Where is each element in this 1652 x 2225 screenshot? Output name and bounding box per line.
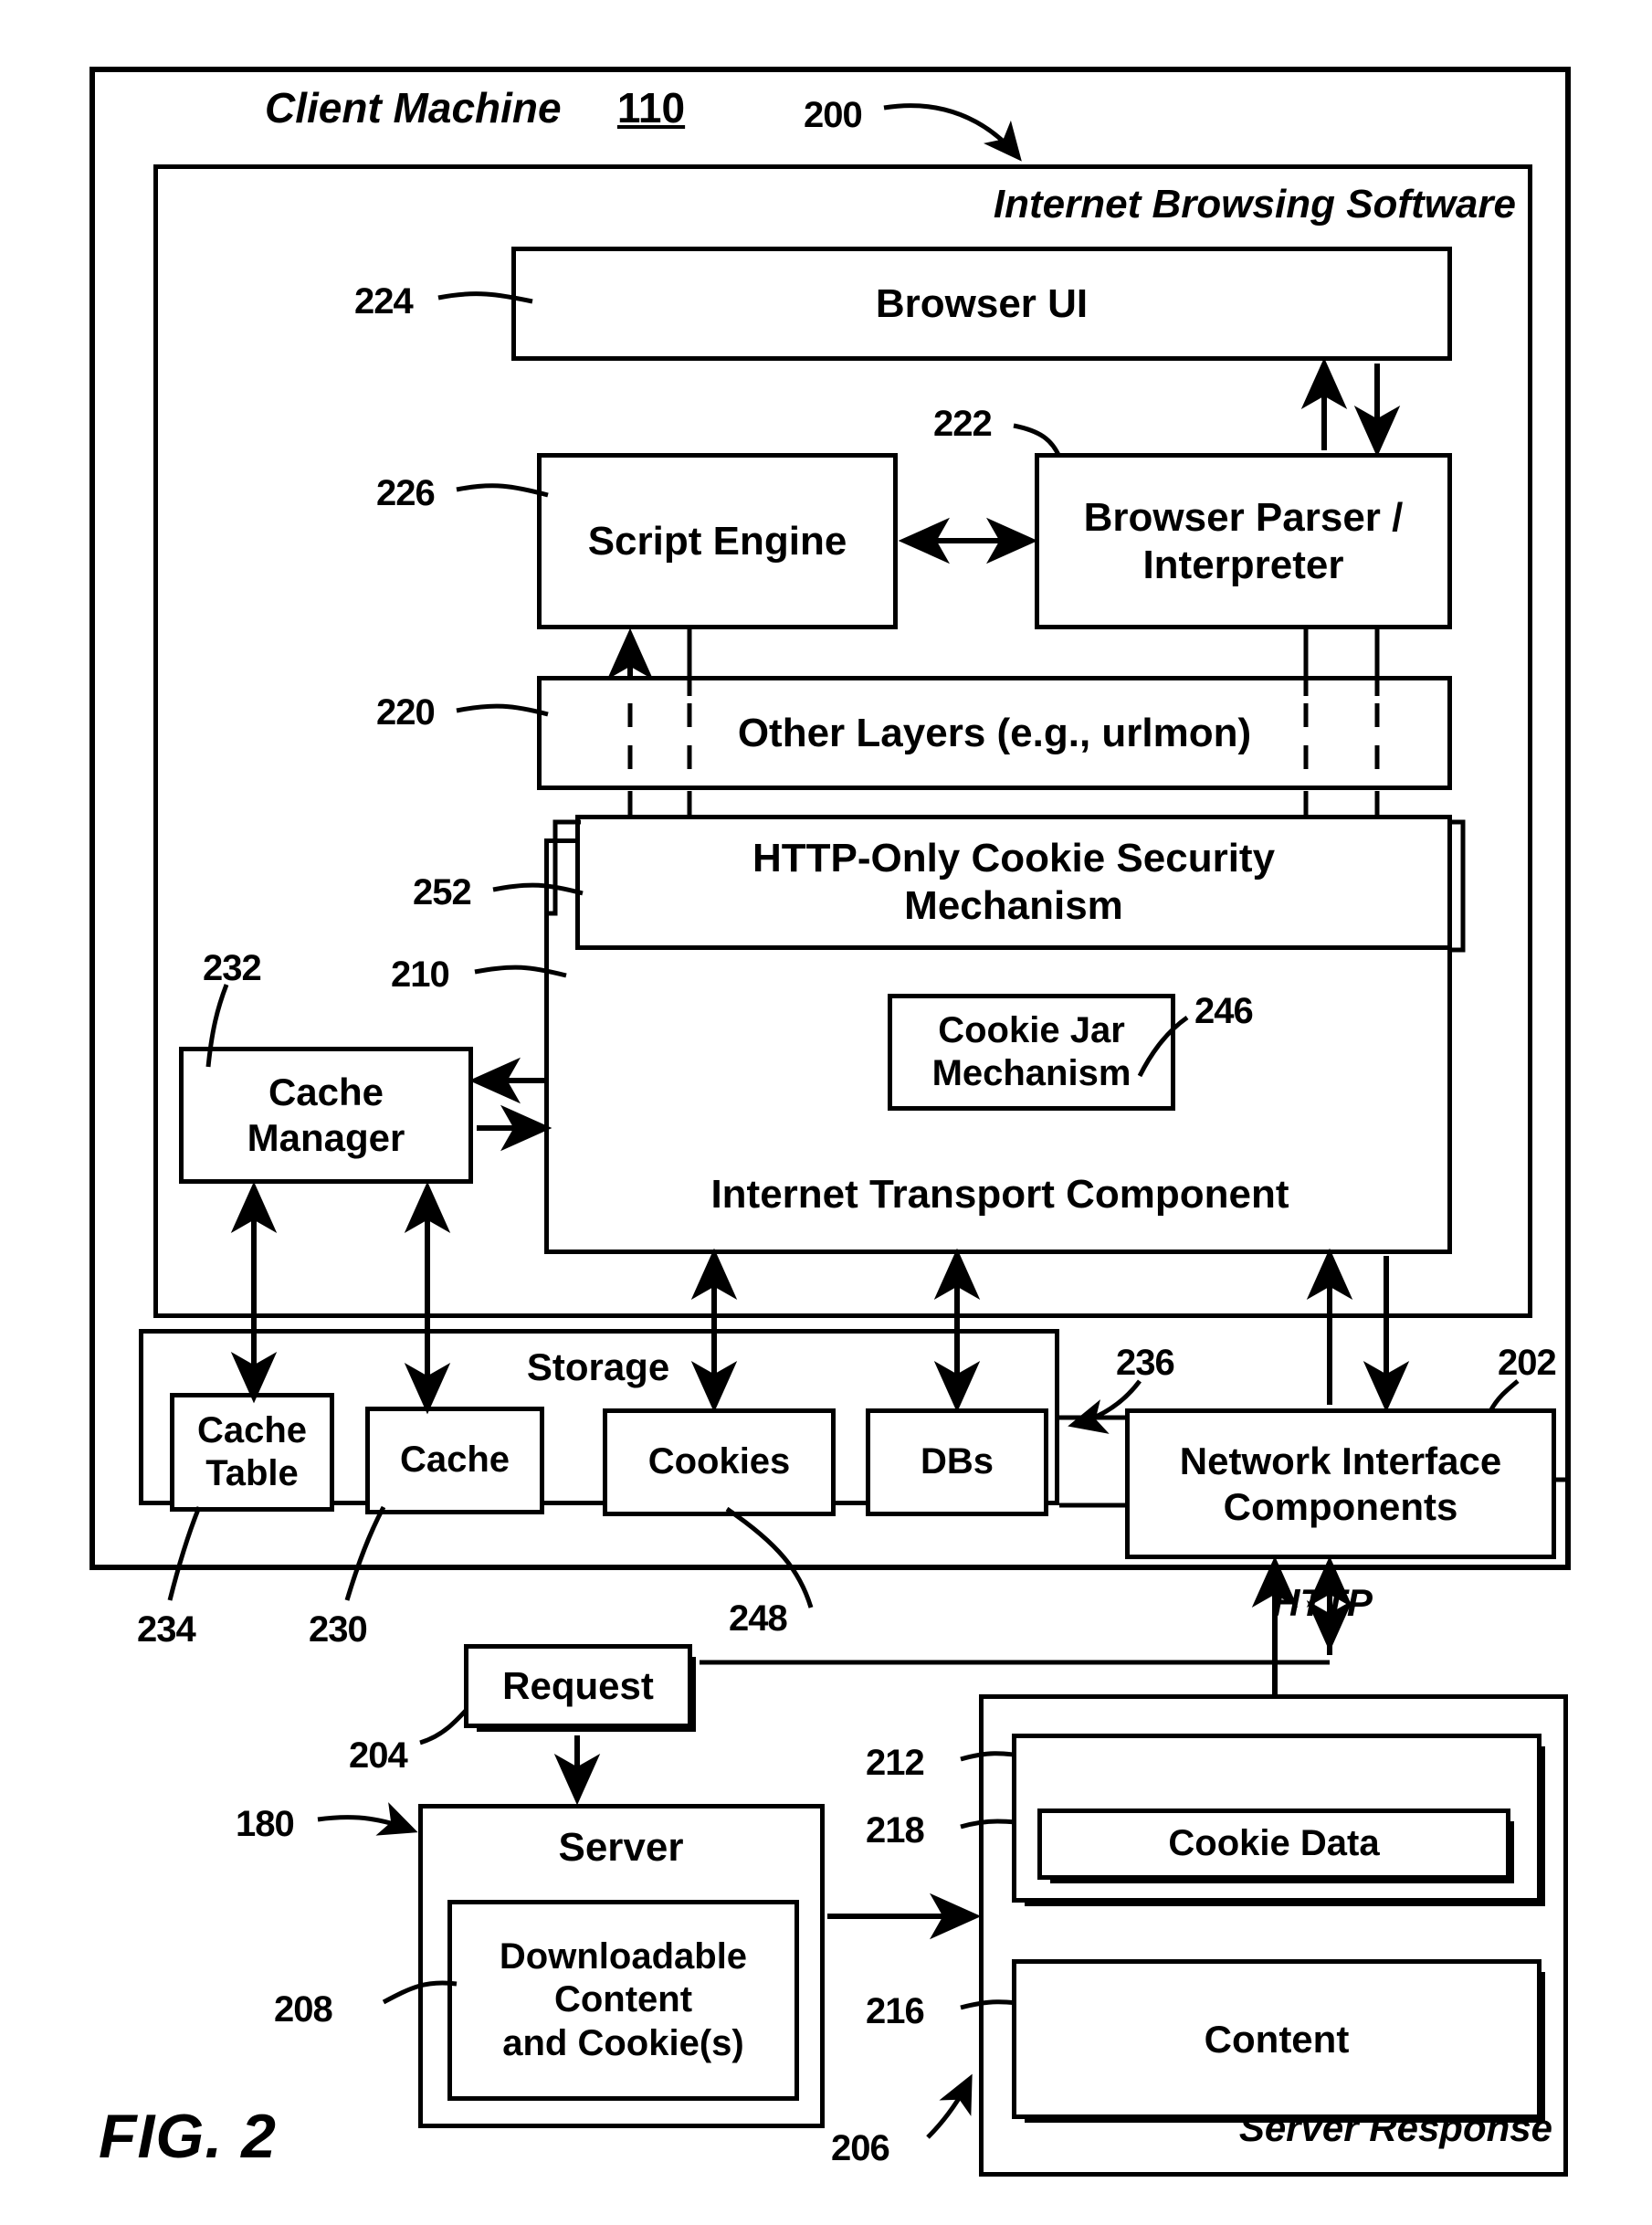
cookie-jar-label-line1: Cookie Jar [938, 1009, 1125, 1050]
ref-210: 210 [391, 954, 450, 995]
downloadable-label-line1: Downloadable [499, 1936, 748, 1977]
cache-table-label-line2: Table [205, 1453, 299, 1493]
cookie-data-box: Cookie Data [1037, 1808, 1514, 1883]
cache-manager-box: Cache Manager [179, 1047, 473, 1184]
ref-224: 224 [354, 281, 414, 322]
content-box: Content [1012, 1959, 1545, 2123]
ref-216: 216 [866, 1991, 925, 2031]
ref-202: 202 [1498, 1343, 1557, 1383]
script-engine-box: Script Engine [537, 453, 898, 629]
browser-parser-label-line1: Browser Parser / [1083, 494, 1404, 540]
downloadable-label-line3: and Cookie(s) [502, 2022, 744, 2063]
ref-180: 180 [236, 1804, 295, 1844]
network-interface-label-line2: Components [1223, 1484, 1458, 1528]
ref-236: 236 [1116, 1343, 1175, 1383]
ref-218: 218 [866, 1810, 925, 1851]
browser-ui-box: Browser UI [511, 247, 1452, 361]
ref-246: 246 [1194, 991, 1254, 1031]
cache-table-label-line1: Cache [196, 1409, 308, 1450]
other-layers-label: Other Layers (e.g., urlmon) [737, 710, 1252, 755]
cache-manager-label-line2: Manager [247, 1116, 405, 1159]
storage-title: Storage [526, 1345, 670, 1388]
http-label: HTTP [1272, 1581, 1373, 1624]
ref-232: 232 [203, 948, 262, 988]
downloadable-content-box: Downloadable Content and Cookie(s) [447, 1900, 799, 2101]
patent-figure-page: Client Machine 110 Internet Browsing Sof… [0, 0, 1652, 2225]
cookies-label: Cookies [647, 1441, 791, 1482]
ref-206: 206 [831, 2128, 890, 2168]
ref-226: 226 [376, 473, 436, 513]
other-layers-box: Other Layers (e.g., urlmon) [537, 676, 1452, 790]
http-only-label-line2: Mechanism [904, 883, 1123, 928]
ref-204: 204 [349, 1735, 408, 1776]
ref-248: 248 [729, 1598, 788, 1639]
content-label: Content [1204, 2017, 1350, 2061]
request-box: Request [464, 1644, 696, 1732]
browser-parser-box: Browser Parser / Interpreter [1035, 453, 1452, 629]
network-interface-components-box: Network Interface Components [1125, 1408, 1556, 1559]
network-interface-label-line1: Network Interface [1179, 1439, 1502, 1482]
ref-208: 208 [274, 1989, 333, 2030]
client-machine-title: Client Machine [265, 84, 562, 132]
ref-222: 222 [933, 404, 993, 444]
cache-box: Cache [365, 1407, 544, 1514]
browser-ui-label: Browser UI [875, 280, 1089, 326]
cache-label: Cache [399, 1439, 510, 1481]
ref-252: 252 [413, 872, 472, 912]
ref-212: 212 [866, 1743, 925, 1783]
internet-transport-label: Internet Transport Component [710, 1172, 1289, 1217]
ref-200: 200 [804, 95, 863, 135]
internet-browsing-software-title: Internet Browsing Software [993, 182, 1516, 227]
cache-manager-label-line1: Cache [268, 1070, 384, 1114]
http-only-label-line1: HTTP-Only Cookie Security [752, 836, 1276, 881]
browser-parser-label-line2: Interpreter [1142, 542, 1344, 587]
script-engine-label: Script Engine [587, 518, 847, 564]
request-label: Request [502, 1664, 654, 1708]
cookie-jar-label-line2: Mechanism [931, 1053, 1131, 1093]
dbs-box: DBs [866, 1408, 1048, 1516]
cookie-data-label: Cookie Data [1168, 1823, 1380, 1864]
cookie-jar-mechanism-box: Cookie Jar Mechanism [888, 994, 1175, 1111]
cache-table-box: Cache Table [170, 1393, 334, 1512]
http-only-cookie-security-box: HTTP-Only Cookie Security Mechanism [575, 815, 1452, 950]
server-label: Server [558, 1824, 684, 1870]
cookies-box: Cookies [603, 1408, 836, 1516]
ref-220: 220 [376, 692, 436, 733]
downloadable-label-line2: Content [553, 1979, 693, 2020]
ref-230: 230 [309, 1609, 368, 1650]
dbs-label: DBs [920, 1441, 994, 1482]
figure-label: FIG. 2 [99, 2102, 277, 2171]
client-machine-ref: 110 [616, 84, 686, 132]
ref-234: 234 [137, 1609, 196, 1650]
